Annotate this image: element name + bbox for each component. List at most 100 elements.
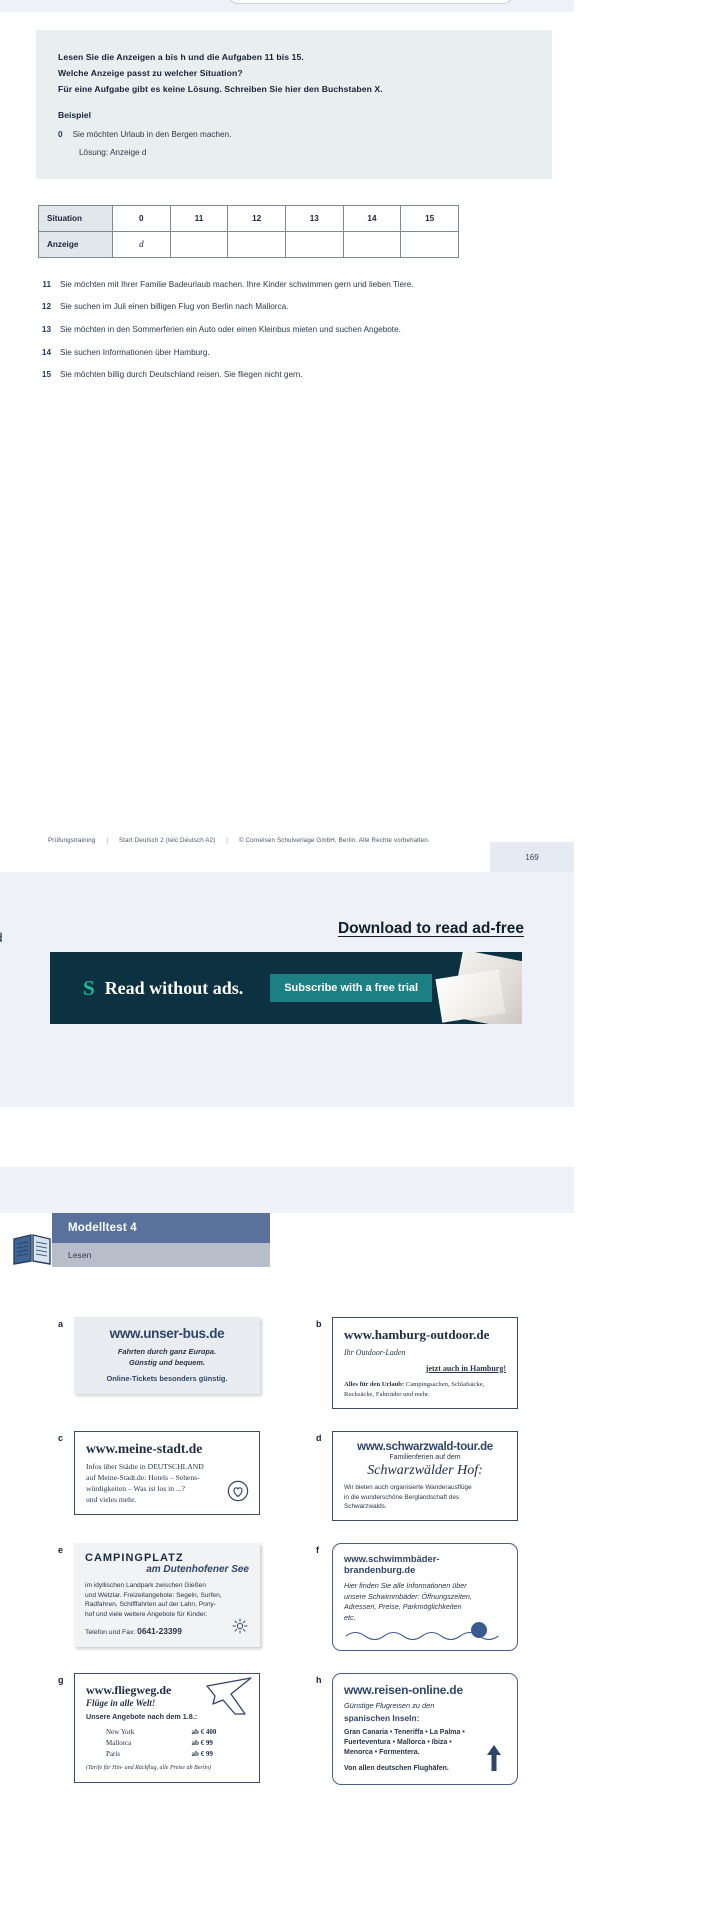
- question-number: 12: [41, 302, 51, 312]
- ad-card-reisen-online[interactable]: www.reisen-online.de Günstige Flugreisen…: [332, 1673, 518, 1785]
- ad-item-a: a www.unser-bus.de Fahrten durch ganz Eu…: [58, 1317, 316, 1409]
- table-row-situation: Situation 0 11 12 13 14 15: [38, 204, 459, 232]
- ball-icon: [471, 1622, 487, 1639]
- answer-cell-14[interactable]: [342, 230, 402, 258]
- ad-card-meine-stadt[interactable]: www.meine-stadt.de Infos über Städte in …: [74, 1431, 260, 1516]
- ad-card-fliegweg[interactable]: www.fliegweg.de Flüge in alle Welt! Unse…: [74, 1673, 260, 1784]
- question-text: Sie suchen im Juli einen billigen Flug v…: [60, 302, 289, 312]
- ad-contact-value: 0641-23399: [137, 1626, 182, 1637]
- ad-line: Infos über Städte in DEUTSCHLAND: [86, 1462, 204, 1472]
- instruction-box: Lesen Sie die Anzeigen a bis h und die A…: [36, 30, 552, 179]
- ad-line: auf Meine-Stadt.de: Hotels – Sehens-: [86, 1473, 200, 1483]
- ad-url: www.schwarzwald-tour.de: [357, 1441, 493, 1454]
- ad-tagline: Günstige Flugreisen zu den: [344, 1701, 435, 1711]
- table-col-13: 13: [284, 204, 344, 232]
- ad-line: Fuerteventura • Mallorca • Ibiza •: [344, 1739, 452, 1747]
- ad-line: Schwarzwalds.: [344, 1502, 387, 1510]
- footer-text: Prüfungstraining | Start Deutsch 2 (telc…: [48, 837, 430, 844]
- ad-line: Online-Tickets besonders günstig.: [106, 1374, 228, 1384]
- ad-line: Menorca • Formentera.: [344, 1749, 420, 1757]
- ad-left-label: ad: [0, 930, 2, 945]
- ads-grid: a www.unser-bus.de Fahrten durch ganz Eu…: [58, 1317, 558, 1785]
- question-number: 13: [41, 324, 51, 334]
- question-item: 14 Sie suchen Informationen über Hamburg…: [38, 348, 574, 359]
- example-solution: Lösung: Anzeige d: [79, 147, 147, 157]
- beispiel-label: Beispiel: [58, 109, 91, 120]
- price-row: New York ab € 400: [88, 1727, 246, 1736]
- ad-card-schwarzwald-tour[interactable]: www.schwarzwald-tour.de Familienferien a…: [332, 1431, 518, 1522]
- ad-line: etc.: [344, 1612, 356, 1622]
- ad-highlight: jetzt auch in Hamburg!: [425, 1363, 506, 1373]
- ad-line: würdigkeiten – Was ist los in ...?: [86, 1484, 186, 1494]
- ad-row: a www.unser-bus.de Fahrten durch ganz Eu…: [58, 1317, 558, 1410]
- ad-card-unser-bus[interactable]: www.unser-bus.de Fahrten durch ganz Euro…: [74, 1317, 260, 1395]
- ad-card-campingplatz[interactable]: CAMPINGPLATZ am Dutenhofener See im idyl…: [74, 1543, 260, 1648]
- ad-body-bold: Alles für den Urlaub:: [344, 1381, 405, 1389]
- answer-cell-15[interactable]: [400, 230, 459, 258]
- ad-headline2: spanischen Inseln:: [344, 1712, 420, 1723]
- ad-banner-region: ad Download to read ad-free S Read witho…: [0, 872, 574, 1107]
- subscribe-ad-box[interactable]: S Read without ads. Subscribe with a fre…: [50, 952, 522, 1024]
- price-city: Paris: [106, 1749, 120, 1758]
- table-col-12: 12: [227, 204, 286, 232]
- ad-line: Gran Canaria • Teneriffa • La Palma •: [344, 1728, 465, 1736]
- ad-title: CAMPINGPLATZ: [85, 1552, 184, 1565]
- question-text: Sie möchten billig durch Deutschland rei…: [60, 370, 303, 380]
- page-nav-pill[interactable]: [228, 0, 513, 4]
- ad-letter: b: [316, 1319, 322, 1329]
- ad-line: und Wetzlar. Freizeitangebote: Segeln, S…: [85, 1591, 222, 1599]
- ad-item-d: d www.schwarzwald-tour.de Familienferien…: [316, 1431, 518, 1522]
- ad-line: und vieles mehr.: [86, 1495, 136, 1505]
- ad-contact-label: Telefon und Fax:: [85, 1629, 136, 1637]
- example-item: 0 Sie möchten Urlaub in den Bergen mache…: [58, 130, 530, 139]
- answer-cell-0[interactable]: d: [112, 230, 171, 258]
- ad-tagline: Familienferien auf dem: [389, 1454, 461, 1462]
- answer-cell-13[interactable]: [284, 230, 344, 258]
- footer-separator: |: [226, 837, 229, 844]
- ad-item-b: b www.hamburg-outdoor.de Ihr Outdoor-Lad…: [316, 1317, 518, 1410]
- white-gap: [0, 1107, 574, 1167]
- question-number: 15: [41, 370, 51, 380]
- ad-card-schwimmbaeder[interactable]: www.schwimmbäder-brandenburg.de Hier fin…: [332, 1543, 518, 1652]
- ad-letter: h: [316, 1675, 322, 1686]
- table-rowhead-anzeige: Anzeige: [38, 230, 113, 258]
- ad-line: Fahrten durch ganz Europa.: [117, 1347, 217, 1356]
- open-book-icon: [13, 1234, 51, 1265]
- price-table: New York ab € 400 Mallorca ab € 99 Paris…: [86, 1725, 248, 1760]
- footer-part-1: Prüfungstraining: [48, 837, 96, 844]
- ad-tagline: Ihr Outdoor-Laden: [344, 1348, 406, 1357]
- modelltest-header: Modelltest 4 Lesen: [13, 1213, 270, 1267]
- ad-letter: g: [58, 1675, 64, 1686]
- page-break-band: [0, 1167, 574, 1213]
- ad-letter: d: [316, 1433, 322, 1444]
- question-item: 13 Sie möchten in den Sommerferien ein A…: [38, 325, 574, 336]
- answer-table: Situation 0 11 12 13 14 15 Anzeige d: [38, 204, 459, 258]
- answer-cell-11[interactable]: [169, 230, 229, 258]
- instruction-line-3: Für eine Aufgabe gibt es keine Lösung. S…: [58, 83, 383, 94]
- modelltest-title: Modelltest 4: [52, 1213, 270, 1243]
- document-page-169: Lesen Sie die Anzeigen a bis h und die A…: [0, 0, 574, 872]
- ad-line: Hier finden Sie alle Informationen über: [344, 1581, 467, 1591]
- ad-row: c www.meine-stadt.de Infos über Städte i…: [58, 1431, 558, 1522]
- ad-line: unsere Schwimmbäder: Öffnungszeiten,: [344, 1591, 472, 1601]
- ad-card-hamburg-outdoor[interactable]: www.hamburg-outdoor.de Ihr Outdoor-Laden…: [332, 1317, 518, 1410]
- ad-subtitle: am Dutenhofener See: [146, 1564, 249, 1576]
- ad-item-e: e CAMPINGPLATZ am Dutenhofener See im id…: [58, 1543, 316, 1651]
- subscribe-free-trial-button[interactable]: Subscribe with a free trial: [270, 974, 433, 1002]
- price-city: New York: [106, 1727, 135, 1736]
- table-col-11: 11: [169, 204, 229, 232]
- plane-icon: [201, 1674, 257, 1725]
- answer-cell-12[interactable]: [227, 230, 286, 258]
- ad-item-c: c www.meine-stadt.de Infos über Städte i…: [58, 1431, 316, 1521]
- instruction-line-2: Welche Anzeige passt zu welcher Situatio…: [58, 67, 243, 78]
- ad-url: www.reisen-online.de: [344, 1683, 463, 1698]
- ad-line: Radfahren, Schifffahrten auf der Lahn, P…: [85, 1601, 216, 1609]
- price-city: Mallorca: [106, 1738, 132, 1747]
- download-ad-free-link[interactable]: Download to read ad-free: [338, 920, 524, 938]
- ad-url: www.schwimmbäder-brandenburg.de: [344, 1553, 440, 1576]
- ad-line: Wir bieten auch organisierte Wanderausfl…: [344, 1484, 472, 1492]
- question-item: 11 Sie möchten mit Ihrer Familie Badeurl…: [38, 280, 574, 291]
- example-text: Sie möchten Urlaub in den Bergen machen.: [72, 129, 232, 139]
- table-col-14: 14: [342, 204, 402, 232]
- sun-icon: [232, 1618, 248, 1639]
